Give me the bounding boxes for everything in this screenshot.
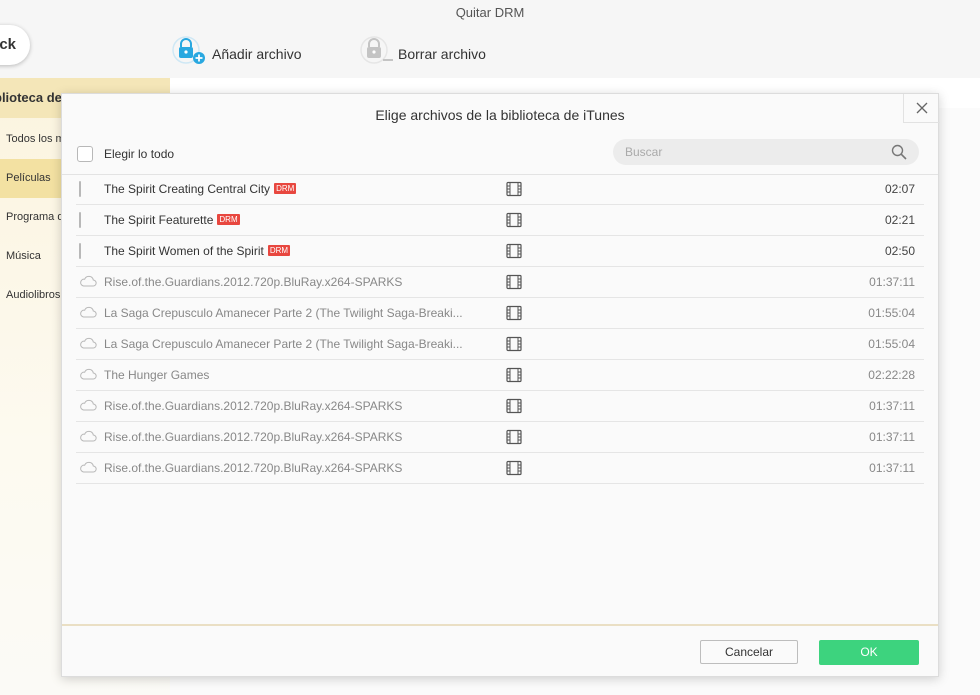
select-all-label: Elegir lo todo (104, 147, 175, 161)
itunes-library-dialog: Elige archivos de la biblioteca de iTune… (61, 93, 940, 677)
cloud-icon (79, 430, 97, 444)
row-checkbox-wrap[interactable] (79, 212, 95, 228)
cloud-icon (79, 399, 97, 413)
dialog-title: Elige archivos de la biblioteca de iTune… (375, 107, 625, 123)
file-row[interactable]: The Hunger Games 02:22:28 (76, 360, 924, 391)
drm-badge: DRM (217, 214, 240, 225)
file-row[interactable]: Rise.of.the.Guardians.2012.720p.BluRay.x… (76, 391, 924, 422)
file-name-text: The Hunger Games (104, 368, 210, 382)
search-box[interactable] (613, 139, 919, 165)
file-duration: 01:37:11 (869, 430, 915, 444)
file-duration: 01:37:11 (869, 461, 915, 475)
file-name-text: The Spirit Creating Central City (104, 182, 271, 196)
select-all-checkbox[interactable] (77, 146, 93, 162)
search-input[interactable] (625, 139, 875, 165)
file-duration: 02:21 (884, 213, 915, 227)
cloud-icon (79, 368, 97, 382)
film-icon (506, 398, 522, 414)
add-file-label: Añadir archivo (212, 46, 302, 62)
file-row[interactable]: La Saga Crepusculo Amanecer Parte 2 (The… (76, 298, 924, 329)
row-checkbox-wrap[interactable] (79, 181, 95, 197)
row-checkbox[interactable] (79, 181, 81, 197)
file-name: Rise.of.the.Guardians.2012.720p.BluRay.x… (104, 267, 402, 297)
file-row[interactable]: Rise.of.the.Guardians.2012.720p.BluRay.x… (76, 267, 924, 298)
row-checkbox[interactable] (79, 212, 81, 228)
file-name: The Spirit Featurette DRM (104, 205, 240, 235)
film-icon (506, 429, 522, 445)
file-name-text: Rise.of.the.Guardians.2012.720p.BluRay.x… (104, 275, 403, 289)
back-button-label: ck (0, 36, 16, 53)
close-button[interactable] (903, 94, 940, 123)
film-icon (506, 274, 522, 290)
file-list: The Spirit Creating Central City DRM 02:07… (76, 174, 924, 484)
footer-divider (62, 624, 938, 626)
lock-minus-icon (358, 34, 394, 66)
file-name-text: The Spirit Women of the Spirit (104, 244, 264, 258)
back-button[interactable]: ck (0, 25, 30, 65)
file-name-text: Rise.of.the.Guardians.2012.720p.BluRay.x… (104, 461, 403, 475)
file-name: Rise.of.the.Guardians.2012.720p.BluRay.x… (104, 422, 402, 452)
file-row[interactable]: The Spirit Women of the Spirit DRM 02:50 (76, 236, 924, 267)
add-file-button[interactable]: Añadir archivo (172, 34, 302, 66)
file-name: Rise.of.the.Guardians.2012.720p.BluRay.x… (104, 453, 402, 483)
film-icon (506, 336, 522, 352)
ok-button[interactable]: OK (819, 640, 919, 665)
row-checkbox-wrap[interactable] (79, 243, 95, 259)
file-name: The Hunger Games (104, 360, 209, 390)
file-row[interactable]: Rise.of.the.Guardians.2012.720p.BluRay.x… (76, 453, 924, 484)
file-name: La Saga Crepusculo Amanecer Parte 2 (The… (104, 298, 463, 328)
file-duration: 01:37:11 (869, 399, 915, 413)
search-icon[interactable] (891, 144, 907, 160)
file-duration: 02:50 (884, 244, 915, 258)
file-duration: 02:07 (884, 182, 915, 196)
drm-badge: DRM (267, 245, 291, 256)
drm-badge: DRM (274, 183, 297, 194)
cancel-button[interactable]: Cancelar (700, 640, 798, 664)
row-checkbox[interactable] (79, 243, 81, 259)
file-row[interactable]: La Saga Crepusculo Amanecer Parte 2 (The… (76, 329, 924, 360)
film-icon (506, 212, 522, 228)
file-row[interactable]: The Spirit Creating Central City DRM 02:07 (76, 174, 924, 205)
select-all[interactable]: Elegir lo todo (77, 144, 174, 164)
file-duration: 01:55:04 (868, 306, 915, 320)
film-icon (506, 181, 522, 197)
app-title: Quitar DRM (455, 5, 525, 20)
file-name: The Spirit Creating Central City DRM (104, 174, 297, 204)
delete-file-button[interactable]: Borrar archivo (358, 34, 486, 66)
file-name-text: The Spirit Featurette (104, 213, 214, 227)
cloud-icon (79, 337, 97, 351)
film-icon (506, 243, 522, 259)
film-icon (506, 305, 522, 321)
file-name: La Saga Crepusculo Amanecer Parte 2 (The… (104, 329, 463, 359)
file-duration: 01:55:04 (868, 337, 915, 351)
file-row[interactable]: Rise.of.the.Guardians.2012.720p.BluRay.x… (76, 422, 924, 453)
file-name: Rise.of.the.Guardians.2012.720p.BluRay.x… (104, 391, 402, 421)
file-name-text: Rise.of.the.Guardians.2012.720p.BluRay.x… (104, 399, 403, 413)
cloud-icon (79, 275, 97, 289)
film-icon (506, 367, 522, 383)
file-name-text: Rise.of.the.Guardians.2012.720p.BluRay.x… (104, 430, 403, 444)
file-duration: 02:22:28 (868, 368, 915, 382)
file-duration: 01:37:11 (869, 275, 915, 289)
file-name: The Spirit Women of the Spirit DRM (104, 236, 291, 266)
film-icon (506, 460, 522, 476)
cloud-icon (79, 306, 97, 320)
cloud-icon (79, 461, 97, 475)
close-icon (916, 102, 928, 114)
lock-plus-icon (172, 34, 208, 66)
delete-file-label: Borrar archivo (398, 46, 486, 62)
file-row[interactable]: The Spirit Featurette DRM 02:21 (76, 205, 924, 236)
file-name-text: La Saga Crepusculo Amanecer Parte 2 (The… (104, 337, 463, 351)
file-name-text: La Saga Crepusculo Amanecer Parte 2 (The… (104, 306, 463, 320)
